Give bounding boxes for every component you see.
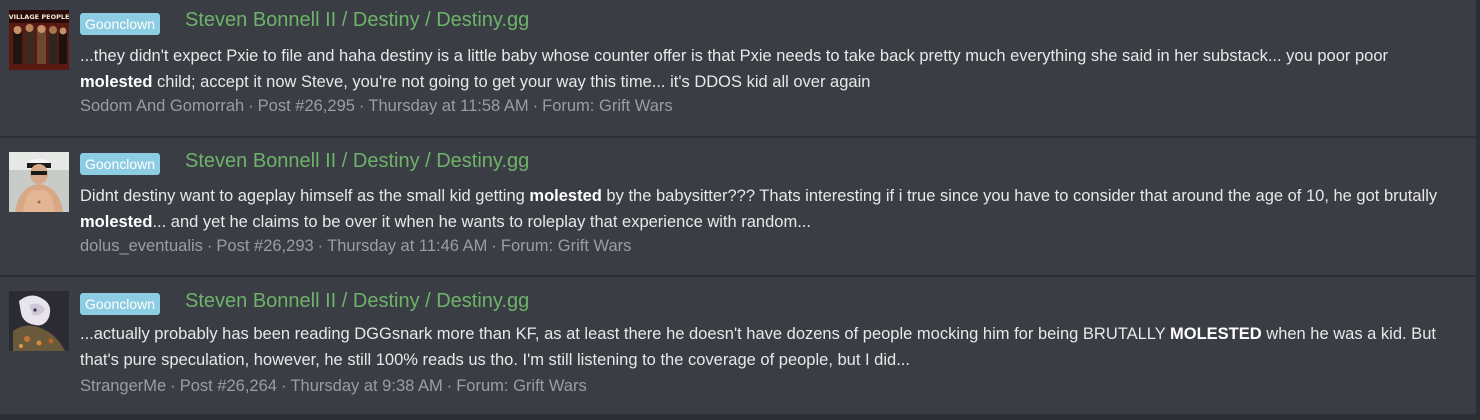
forum-label: Forum: <box>456 377 509 395</box>
avatar[interactable] <box>9 152 69 212</box>
snippet-text: ...they didn't expect Pxie to file and h… <box>80 47 1389 65</box>
snippet-text: ...actually probably has been reading DG… <box>80 325 1171 343</box>
author-link[interactable]: Sodom And Gomorrah <box>80 97 244 115</box>
result-meta: Sodom And Gomorrah · Post #26,295 · Thursday… <box>80 97 673 116</box>
meta-separator: · <box>317 237 324 255</box>
thread-prefix-label[interactable]: Goonclown <box>80 293 161 315</box>
thread-title-link[interactable]: Steven Bonnell II / Destiny / Destiny.gg <box>185 150 529 173</box>
search-results-list: VILLAGE PEOPLE Goonclown Steven Bonnell … <box>0 0 1477 416</box>
author-link[interactable]: dolus_eventualis <box>80 237 203 255</box>
snippet-highlight: molested <box>80 73 153 91</box>
meta-separator: · <box>170 377 176 395</box>
avatar-image: VILLAGE PEOPLE <box>9 10 69 70</box>
post-snippet: ...they didn't expect Pxie to file and h… <box>80 43 1465 95</box>
post-time: Thursday at 11:58 AM <box>368 97 529 115</box>
post-snippet: ...actually probably has been reading DG… <box>80 321 1465 373</box>
avatar[interactable] <box>9 291 69 351</box>
snippet-text: Didnt destiny want to ageplay himself as… <box>80 187 530 205</box>
meta-separator: · <box>206 237 213 255</box>
meta-separator: · <box>358 97 365 115</box>
post-time: Thursday at 9:38 AM <box>290 377 443 395</box>
avatar-image <box>9 152 69 212</box>
post-snippet: Didnt destiny want to ageplay himself as… <box>80 183 1465 235</box>
meta-separator: · <box>280 377 287 395</box>
meta-separator: · <box>532 97 539 115</box>
snippet-highlight: molested <box>80 213 153 231</box>
avatar[interactable]: VILLAGE PEOPLE <box>9 10 69 70</box>
search-result-item: VILLAGE PEOPLE Goonclown Steven Bonnell … <box>0 0 1476 138</box>
forum-link[interactable]: Grift Wars <box>513 377 587 395</box>
meta-separator: · <box>446 377 453 395</box>
meta-separator: · <box>491 237 497 255</box>
thread-prefix-label[interactable]: Goonclown <box>80 153 161 175</box>
post-number-link[interactable]: Post #26,293 <box>216 237 313 255</box>
thread-prefix-label[interactable]: Goonclown <box>80 13 161 35</box>
post-time: Thursday at 11:46 AM <box>327 237 488 255</box>
avatar-image <box>9 291 69 351</box>
forum-link[interactable]: Grift Wars <box>558 237 632 255</box>
forum-label: Forum: <box>542 97 595 115</box>
search-result-item: Goonclown Steven Bonnell II / Destiny / … <box>0 278 1476 416</box>
result-meta: StrangerMe · Post #26,264 · Thursday at 9:38… <box>80 377 587 396</box>
thread-title-link[interactable]: Steven Bonnell II / Destiny / Destiny.gg <box>185 290 529 313</box>
thread-title-link[interactable]: Steven Bonnell II / Destiny / Destiny.gg <box>185 9 529 32</box>
snippet-highlight: molested <box>529 187 602 205</box>
post-number-link[interactable]: Post #26,295 <box>258 97 355 115</box>
snippet-text: by the babysitter??? Thats interesting i… <box>601 187 1438 205</box>
avatar-caption: VILLAGE PEOPLE <box>9 13 69 21</box>
search-result-item: Goonclown Steven Bonnell II / Destiny / … <box>0 139 1476 277</box>
snippet-text: child; accept it now Steve, you're not g… <box>152 73 871 91</box>
forum-link[interactable]: Grift Wars <box>599 97 673 115</box>
author-link[interactable]: StrangerMe <box>80 377 166 395</box>
forum-label: Forum: <box>500 237 554 255</box>
result-meta: dolus_eventualis · Post #26,293 · Thursday a… <box>80 237 631 256</box>
meta-separator: · <box>248 97 254 115</box>
snippet-text: ... and yet he claims to be over it when… <box>152 213 811 231</box>
snippet-highlight: MOLESTED <box>1170 325 1262 343</box>
post-number-link[interactable]: Post #26,264 <box>180 377 277 395</box>
